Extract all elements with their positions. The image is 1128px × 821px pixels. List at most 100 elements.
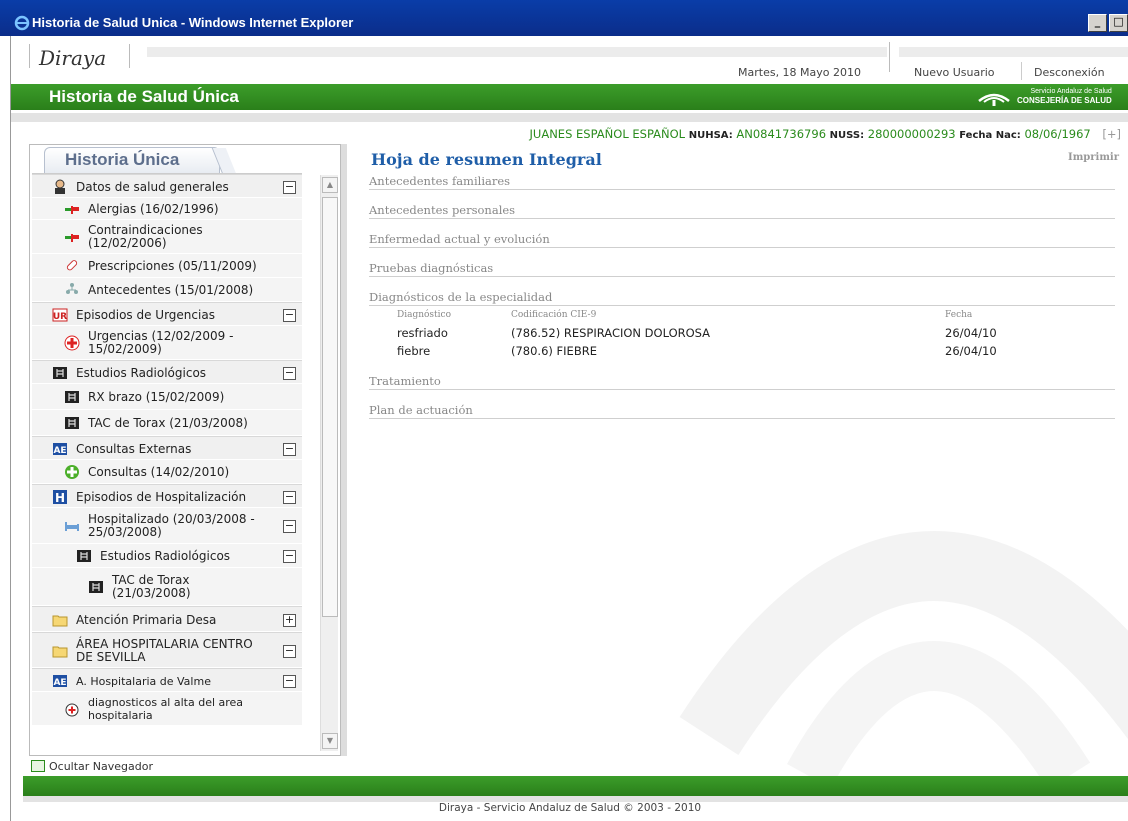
tree-item-label: Atención Primaria Desa — [76, 612, 217, 627]
collapse-button[interactable]: − — [283, 490, 296, 504]
tree-item[interactable]: ÁREA HOSPITALARIA CENTRO DE SEVILLA − — [32, 632, 302, 668]
patient-expand-button[interactable]: [+] — [1102, 127, 1121, 141]
svg-text:H: H — [55, 491, 65, 505]
expand-button[interactable]: + — [283, 613, 296, 627]
collapse-button[interactable]: − — [283, 674, 296, 688]
tree-item[interactable]: H Episodios de Hospitalización − — [32, 484, 302, 508]
tree-item-label: Episodios de Urgencias — [76, 307, 215, 322]
section-header[interactable]: Enfermedad actual y evolución — [369, 232, 1115, 248]
patient-info-bar: JUANES ESPAÑOL ESPAÑOL NUHSA: AN08417367… — [11, 125, 1128, 143]
hide-navigator-link[interactable]: Ocultar Navegador — [31, 760, 153, 773]
nuhsa-label: NUHSA: — [688, 130, 733, 141]
divider — [889, 42, 890, 72]
xray-icon — [64, 415, 80, 431]
tree-item[interactable]: TAC de Torax (21/03/2008) — [32, 410, 302, 436]
scroll-down-button[interactable]: ▼ — [322, 733, 338, 749]
tree-item[interactable]: Estudios Radiológicos − — [32, 544, 302, 568]
family-tree-icon — [64, 282, 80, 298]
tree-item-label: Contraindicaciones (12/02/2006) — [88, 223, 203, 250]
section-header[interactable]: Plan de actuación — [369, 403, 1115, 419]
tab-historia-unica[interactable]: Historia Única — [44, 147, 237, 174]
tree-item-label: Alergias (16/02/1996) — [88, 201, 219, 216]
header-strip — [899, 47, 1128, 57]
tree-item-label: Estudios Radiológicos — [76, 365, 207, 380]
diagnosis-cell: 26/04/10 — [945, 344, 997, 358]
nuss-value: 280000000293 — [867, 127, 956, 141]
hospital-icon: H — [52, 489, 68, 505]
tree-item[interactable]: AE A. Hospitalaria de Valme − — [32, 668, 302, 692]
tree-item-label: TAC de Torax (21/03/2008) — [112, 573, 191, 600]
section-header[interactable]: Pruebas diagnósticas — [369, 261, 1115, 277]
xray-icon — [52, 365, 68, 381]
tree-item-label: Estudios Radiológicos — [100, 548, 231, 563]
collapse-button[interactable]: − — [283, 549, 296, 563]
tree-item[interactable]: Consultas (14/02/2010) — [32, 460, 302, 484]
green-cross-icon — [64, 464, 80, 480]
org-line-1: Servicio Andaluz de Salud — [1030, 88, 1112, 95]
tree-item[interactable]: Hospitalizado (20/03/2008 - 25/03/2008) − — [32, 508, 302, 544]
copyright: Diraya - Servicio Andaluz de Salud © 200… — [438, 802, 702, 814]
tree-item[interactable]: UR Episodios de Urgencias − — [32, 302, 302, 326]
scroll-up-button[interactable]: ▲ — [322, 177, 338, 193]
app-window: Diraya Martes, 18 Mayo 2010 Nuevo Usuari… — [10, 36, 1128, 821]
collapse-button[interactable]: − — [283, 519, 296, 533]
window-title: Historia de Salud Unica - Windows Intern… — [32, 15, 354, 30]
navigator-tree: Datos de salud generales − Alergias (16/02… — [32, 173, 302, 755]
scroll-thumb[interactable] — [322, 197, 338, 617]
person-icon — [52, 179, 68, 195]
header-strip — [147, 47, 887, 57]
collapse-button[interactable]: − — [283, 644, 296, 658]
urgencias-icon: UR — [52, 307, 68, 323]
history-navigator: Historia Única Datos de salud generales −… — [29, 144, 341, 756]
svg-text:AE: AE — [53, 446, 66, 456]
dob-value: 08/06/1967 — [1024, 127, 1091, 141]
tree-item[interactable]: TAC de Torax (21/03/2008) — [32, 568, 302, 606]
hide-panel-icon — [31, 760, 45, 772]
tree-item[interactable]: AE Consultas Externas − — [32, 436, 302, 460]
collapse-button[interactable]: − — [283, 308, 296, 322]
tree-item-label: Urgencias (12/02/2009 - 15/02/2009) — [88, 329, 234, 356]
collapse-button[interactable]: − — [283, 442, 296, 456]
section-header[interactable]: Antecedentes personales — [369, 203, 1115, 219]
watermark-logo-icon — [679, 531, 1128, 790]
diagnosis-cell: 26/04/10 — [945, 326, 997, 340]
diagnosis-cell: fiebre — [397, 344, 431, 358]
tree-item[interactable]: Alergias (16/02/1996) — [32, 198, 302, 220]
red-cross-icon — [64, 335, 80, 351]
dob-label: Fecha Nac: — [959, 130, 1021, 141]
collapse-button[interactable]: − — [283, 180, 296, 194]
diraya-logo: Diraya — [39, 46, 107, 70]
folder-icon — [52, 643, 68, 659]
section-header[interactable]: Diagnósticos de la especialidad — [369, 290, 1115, 306]
app-title: Historia de Salud Única — [49, 87, 239, 106]
tree-item[interactable]: Atención Primaria Desa + — [32, 606, 302, 632]
collapse-button[interactable]: − — [283, 366, 296, 380]
tree-item[interactable]: Urgencias (12/02/2009 - 15/02/2009) — [32, 326, 302, 360]
page-title: Hoja de resumen Integral — [371, 150, 602, 169]
new-user-link[interactable]: Nuevo Usuario — [914, 66, 995, 79]
maximize-button[interactable]: □ — [1109, 14, 1128, 32]
tree-item[interactable]: RX brazo (15/02/2009) — [32, 384, 302, 410]
footer-bar — [23, 776, 1128, 796]
logout-link[interactable]: Desconexión — [1034, 66, 1105, 79]
svg-text:UR: UR — [53, 312, 67, 322]
tree-item[interactable]: Estudios Radiológicos − — [32, 360, 302, 384]
tree-item-label: Hospitalizado (20/03/2008 - 25/03/2008) — [88, 512, 255, 539]
tree-item[interactable]: Antecedentes (15/01/2008) — [32, 278, 302, 302]
tree-item-label: Episodios de Hospitalización — [76, 489, 247, 504]
section-header[interactable]: Tratamiento — [369, 374, 1115, 390]
tree-item[interactable]: diagnosticos al alta del area hospitalar… — [32, 692, 302, 726]
diagnosis-column-header: Codificación CIE-9 — [511, 310, 597, 320]
minimize-button[interactable]: _ — [1088, 14, 1107, 32]
window-title-bar: Historia de Salud Unica - Windows Intern… — [0, 0, 1128, 36]
organization-name: Servicio Andaluz de Salud CONSEJERÍA DE … — [1017, 87, 1112, 106]
tree-item[interactable]: Prescripciones (05/11/2009) — [32, 254, 302, 278]
tree-item[interactable]: Contraindicaciones (12/02/2006) — [32, 220, 302, 254]
tree-item-label: TAC de Torax (21/03/2008) — [88, 415, 248, 430]
navigator-scrollbar[interactable]: ▲ ▼ — [320, 175, 338, 751]
print-link[interactable]: Imprimir — [1068, 152, 1119, 163]
tab-edge — [211, 148, 237, 174]
tree-item[interactable]: Datos de salud generales − — [32, 174, 302, 198]
section-header[interactable]: Antecedentes familiares — [369, 174, 1115, 190]
divider — [129, 44, 130, 68]
